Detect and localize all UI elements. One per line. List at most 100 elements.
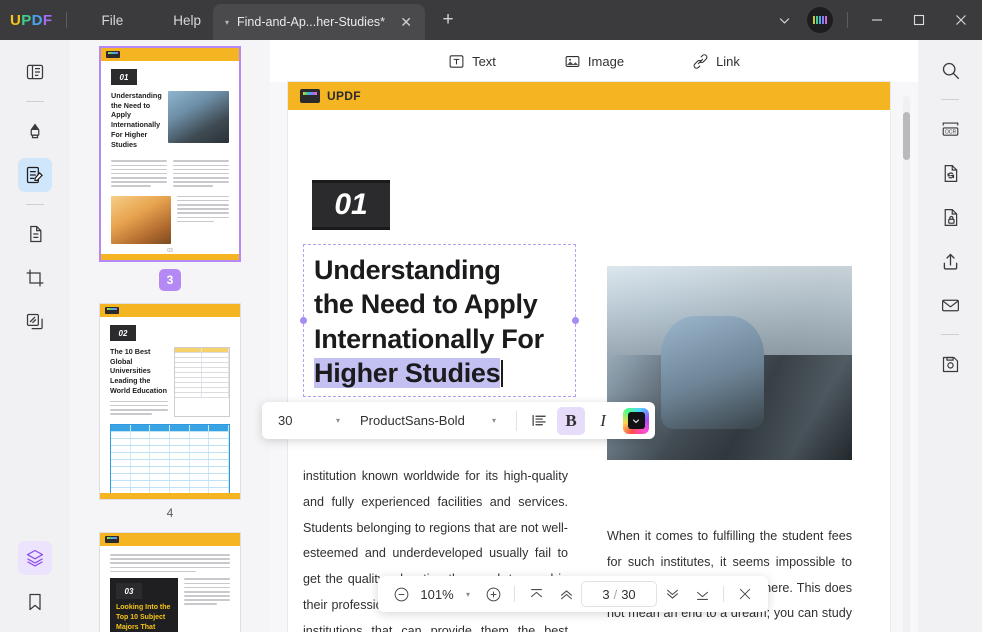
document-heading: Understanding the Need to Apply Internat…: [314, 253, 565, 390]
thumb-image: [168, 91, 229, 143]
thumb-footer-bar: [100, 493, 240, 499]
zoom-level-value[interactable]: 101%: [416, 587, 458, 602]
tab-title: Find-and-Ap...her-Studies*: [237, 15, 395, 29]
chevron-down-icon[interactable]: [769, 5, 799, 35]
font-toolbar-divider: [516, 411, 517, 431]
ocr-icon[interactable]: OCR: [933, 112, 967, 146]
thumb-title: The 10 Best Global Universities Leading …: [110, 347, 168, 396]
add-link-button[interactable]: Link: [684, 49, 748, 74]
current-page-value: 3: [602, 587, 609, 602]
thumb-text-block-3: [177, 196, 229, 244]
thumbnail-panel[interactable]: 01 Understanding the Need to Apply Inter…: [70, 40, 270, 632]
thumbnail-page-4[interactable]: 02 The 10 Best Global Universities Leadi…: [99, 303, 241, 500]
document-area: Text Image Link UP: [270, 40, 918, 632]
right-rail-separator-2: [941, 334, 959, 335]
add-image-label: Image: [588, 54, 624, 69]
left-rail-bottom: [18, 536, 52, 632]
add-link-label: Link: [716, 54, 740, 69]
crop-icon[interactable]: [18, 261, 52, 295]
window-controls: [767, 0, 982, 40]
italic-button[interactable]: I: [589, 407, 617, 435]
layers-icon[interactable]: [18, 541, 52, 575]
text-color-picker[interactable]: [623, 408, 649, 434]
email-icon[interactable]: [933, 288, 967, 322]
thumb-header-bar: [100, 533, 240, 546]
close-nav-button[interactable]: [732, 581, 758, 607]
zoom-out-button[interactable]: [388, 581, 414, 607]
font-size-caret-icon[interactable]: ▾: [326, 416, 354, 425]
thumb-logo-icon: [105, 307, 119, 314]
link-icon: [692, 53, 709, 70]
nav-divider-1: [514, 586, 515, 602]
thumb-small-table: [174, 347, 230, 417]
thumb-intro-text: [110, 554, 230, 572]
reader-icon[interactable]: [18, 55, 52, 89]
rail-separator-2: [26, 204, 44, 205]
new-tab-button[interactable]: +: [437, 9, 459, 31]
tab-close-icon[interactable]: ✕: [395, 14, 417, 31]
close-button[interactable]: [940, 0, 982, 40]
heading-line-1: Understanding: [314, 255, 501, 285]
menu-file[interactable]: File: [89, 7, 135, 34]
thumbnail-page-5[interactable]: 03 Looking Into the Top 10 Subject Major…: [99, 532, 241, 632]
thumb-section-number: 01: [111, 69, 137, 85]
menu-help[interactable]: Help: [161, 7, 213, 34]
page-tools-icon[interactable]: [18, 217, 52, 251]
thumb-image-2: [111, 196, 171, 244]
last-page-button[interactable]: [689, 581, 715, 607]
edit-pdf-icon[interactable]: [18, 158, 52, 192]
align-left-icon[interactable]: [525, 407, 553, 435]
vertical-scrollbar-thumb[interactable]: [903, 112, 910, 160]
font-family-input[interactable]: ProductSans-Bold: [354, 413, 482, 428]
page-number-input[interactable]: 3 / 30: [581, 581, 657, 607]
bookmark-icon[interactable]: [18, 585, 52, 619]
thumb-page-footer: 03: [111, 248, 229, 254]
controls-divider: [847, 12, 848, 28]
zoom-caret-icon[interactable]: ▾: [458, 590, 478, 599]
thumbnail-label-3: 3: [159, 269, 181, 291]
left-toolbar: [0, 40, 70, 632]
color-swatch: [628, 412, 645, 429]
organize-pages-icon[interactable]: [18, 305, 52, 339]
heading-textbox[interactable]: Understanding the Need to Apply Internat…: [303, 244, 576, 397]
thumb-main-table: [110, 424, 230, 496]
right-toolbar: OCR: [918, 40, 982, 632]
heading-line-3: Internationally For: [314, 324, 544, 354]
save-icon[interactable]: [933, 347, 967, 381]
next-page-button[interactable]: [659, 581, 685, 607]
maximize-button[interactable]: [898, 0, 940, 40]
thumb-text-block: [184, 578, 230, 632]
thumb-text-block-left: [111, 160, 167, 189]
bold-button[interactable]: B: [557, 407, 585, 435]
previous-page-button[interactable]: [553, 581, 579, 607]
text-box-icon: [448, 53, 465, 70]
thumbnail-page-3[interactable]: 01 Understanding the Need to Apply Inter…: [99, 46, 241, 262]
resize-handle-right[interactable]: [572, 317, 579, 324]
font-toolbar: 30 ▾ ProductSans-Bold ▾ B I: [262, 402, 655, 439]
font-family-caret-icon[interactable]: ▾: [482, 416, 510, 425]
bottom-navigation-bar: 101% ▾ 3 / 30: [378, 576, 768, 612]
add-text-label: Text: [472, 54, 496, 69]
minimize-button[interactable]: [856, 0, 898, 40]
thumb-header-bar: [101, 48, 239, 61]
add-text-button[interactable]: Text: [440, 49, 504, 74]
section-number-badge: 01: [312, 180, 390, 230]
tab-caret-icon: ▾: [225, 18, 229, 27]
page-header-bar: UPDF: [288, 82, 890, 110]
convert-icon[interactable]: [933, 156, 967, 190]
font-size-input[interactable]: 30: [268, 413, 326, 428]
vertical-scrollbar-track[interactable]: [903, 96, 910, 632]
first-page-button[interactable]: [523, 581, 549, 607]
share-icon[interactable]: [933, 244, 967, 278]
add-image-button[interactable]: Image: [556, 49, 632, 74]
search-icon[interactable]: [933, 53, 967, 87]
updf-window: UPDF File Help ▾ Find-and-Ap...her-Studi…: [0, 0, 982, 632]
protect-icon[interactable]: [933, 200, 967, 234]
avatar[interactable]: [807, 7, 833, 33]
document-tab[interactable]: ▾ Find-and-Ap...her-Studies* ✕: [213, 4, 425, 40]
resize-handle-left[interactable]: [300, 317, 307, 324]
nav-divider-2: [723, 586, 724, 602]
heading-line-2: the Need to Apply: [314, 289, 537, 319]
highlighter-icon[interactable]: [18, 114, 52, 148]
zoom-in-button[interactable]: [480, 581, 506, 607]
